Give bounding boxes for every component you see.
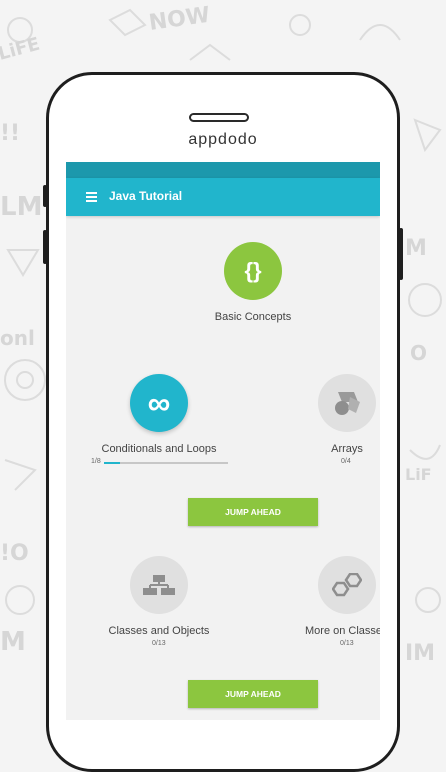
status-bar bbox=[66, 162, 380, 178]
hierarchy-icon bbox=[130, 556, 188, 614]
topic-label: Classes and Objects bbox=[108, 625, 210, 637]
topic-progress-count: 0/13 bbox=[340, 640, 354, 647]
topic-progress-fill bbox=[104, 462, 120, 464]
phone-side-button bbox=[399, 228, 403, 280]
svg-text:M: M bbox=[405, 236, 427, 261]
svg-text:IM: IM bbox=[405, 641, 435, 666]
jump-ahead-button[interactable]: JUMP AHEAD bbox=[188, 680, 318, 708]
device-brand: appdodo bbox=[188, 131, 258, 148]
topic-label: More on Classes bbox=[305, 625, 380, 637]
hexagons-icon bbox=[318, 556, 376, 614]
svg-text:LM: LM bbox=[0, 192, 42, 222]
app-title: Java Tutorial bbox=[109, 189, 183, 203]
svg-text:LiF: LiF bbox=[405, 465, 432, 484]
topic-label: Conditionals and Loops bbox=[101, 443, 217, 455]
svg-text:NOW: NOW bbox=[147, 3, 211, 36]
topic-progress-bar bbox=[104, 462, 228, 464]
topic-label: Arrays bbox=[331, 443, 363, 455]
app-screen: Java Tutorial {} Basic Concepts ∞ Condit… bbox=[66, 162, 380, 720]
topic-label: Basic Concepts bbox=[214, 311, 292, 323]
topic-progress-count: 0/4 bbox=[341, 458, 351, 465]
svg-text:!O: !O bbox=[0, 541, 29, 566]
svg-text:LiFE: LiFE bbox=[0, 34, 42, 65]
hamburger-menu-icon[interactable] bbox=[86, 192, 97, 202]
svg-text:O: O bbox=[410, 341, 427, 365]
app-toolbar: Java Tutorial bbox=[66, 178, 380, 216]
infinity-icon: ∞ bbox=[130, 374, 188, 432]
svg-text:M: M bbox=[0, 627, 26, 657]
phone-side-button bbox=[43, 230, 47, 264]
topic-progress-count: 0/13 bbox=[152, 640, 166, 647]
phone-speaker bbox=[189, 113, 249, 122]
topic-progress-count: 1/8 bbox=[91, 458, 101, 465]
phone-side-button bbox=[43, 185, 47, 207]
shapes-icon bbox=[318, 374, 376, 432]
svg-text:onl: onl bbox=[0, 326, 35, 350]
curly-braces-icon: {} bbox=[224, 242, 282, 300]
jump-ahead-button[interactable]: JUMP AHEAD bbox=[188, 498, 318, 526]
